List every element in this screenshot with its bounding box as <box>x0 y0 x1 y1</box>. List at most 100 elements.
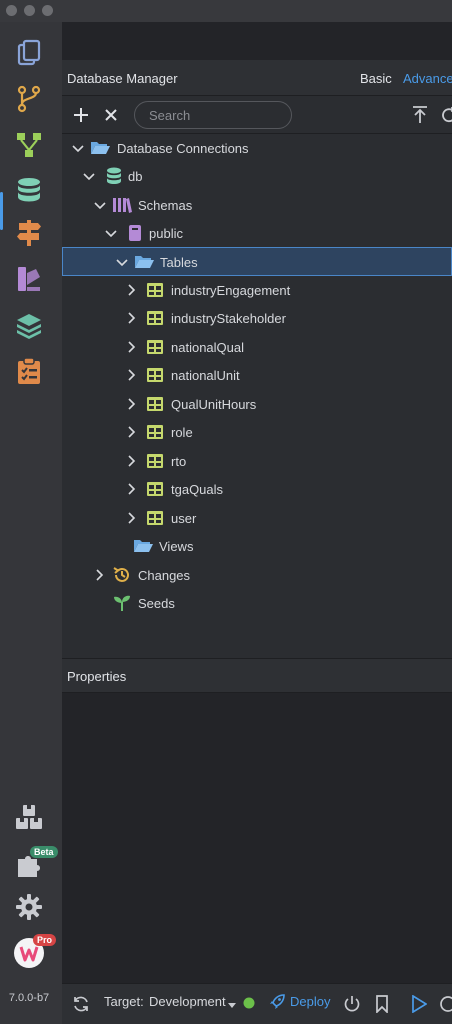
git-branch-icon <box>17 85 41 113</box>
flow-button[interactable] <box>12 128 46 162</box>
table-row[interactable]: role <box>62 418 452 446</box>
chevron-right-icon[interactable] <box>93 569 105 581</box>
refresh-icon <box>442 107 452 123</box>
basic-mode-tab[interactable]: Basic <box>360 71 392 86</box>
table-row[interactable]: rto <box>62 447 452 475</box>
tree-root-label: Database Connections <box>117 141 249 156</box>
folder-icon <box>133 537 153 555</box>
folder-open-icon <box>90 139 110 157</box>
chevron-right-icon[interactable] <box>125 455 137 467</box>
tree-db-row[interactable]: db <box>62 162 452 190</box>
window-zoom-button[interactable] <box>42 5 53 16</box>
chevron-right-icon[interactable] <box>125 398 137 410</box>
table-icon <box>145 281 165 299</box>
signpost-button[interactable] <box>12 216 46 250</box>
pro-badge: Pro <box>33 934 57 946</box>
power-icon <box>344 996 360 1012</box>
advanced-mode-tab[interactable]: Advanced <box>403 71 452 86</box>
add-button[interactable] <box>70 104 92 126</box>
refresh-button[interactable] <box>438 104 452 126</box>
table-icon <box>145 366 165 384</box>
chevron-down-icon[interactable] <box>83 170 95 182</box>
documents-icon <box>17 39 41 66</box>
chevron-right-icon[interactable] <box>125 341 137 353</box>
table-label: nationalQual <box>171 340 244 355</box>
settings-button[interactable] <box>12 890 46 924</box>
search-input[interactable] <box>134 101 292 129</box>
table-row[interactable]: nationalQual <box>62 333 452 361</box>
properties-title: Properties <box>67 669 127 684</box>
tree-views-row[interactable]: Views <box>62 532 452 560</box>
tree-seeds-row[interactable]: Seeds <box>62 589 452 617</box>
circle-icon <box>440 996 452 1012</box>
database-manager-panel: Database Manager Basic Advanced <box>62 22 452 1024</box>
dropdown-caret-icon[interactable] <box>228 997 236 1012</box>
table-label: nationalUnit <box>171 368 240 383</box>
sync-button[interactable] <box>70 993 92 1015</box>
stop-button[interactable] <box>436 993 452 1015</box>
chevron-right-icon[interactable] <box>125 284 137 296</box>
status-dot <box>243 997 255 1012</box>
tree-schemas-label: Schemas <box>138 198 193 213</box>
power-button[interactable] <box>341 993 363 1015</box>
chevron-down-icon[interactable] <box>94 199 106 211</box>
table-icon <box>145 423 165 441</box>
remove-button[interactable] <box>100 104 122 126</box>
chevron-down-icon[interactable] <box>105 227 117 239</box>
table-row[interactable]: nationalUnit <box>62 361 452 389</box>
table-label: QualUnitHours <box>171 397 257 412</box>
table-label: industryEngagement <box>171 283 291 298</box>
table-label: rto <box>171 454 187 469</box>
panel-title: Database Manager <box>67 71 178 86</box>
documents-button[interactable] <box>12 36 46 70</box>
design-tools-icon <box>18 267 40 291</box>
chevron-right-icon[interactable] <box>125 312 137 324</box>
table-row[interactable]: QualUnitHours <box>62 390 452 418</box>
chevron-right-icon[interactable] <box>125 483 137 495</box>
activity-bar: Beta Pro 7.0.0-b7 <box>0 22 62 1024</box>
table-row[interactable]: industryEngagement <box>62 276 452 304</box>
chevron-right-icon[interactable] <box>125 512 137 524</box>
table-row[interactable]: tgaQuals <box>62 475 452 503</box>
tree-views-label: Views <box>159 539 194 554</box>
tree-tables-label: Tables <box>160 255 198 270</box>
layers-button[interactable] <box>12 308 46 342</box>
upload-icon <box>413 106 427 123</box>
table-row[interactable]: user <box>62 504 452 532</box>
tree-changes-row[interactable]: Changes <box>62 561 452 589</box>
chevron-down-icon[interactable] <box>72 142 84 154</box>
close-icon <box>105 109 117 121</box>
database-button[interactable] <box>12 174 46 208</box>
rocket-icon[interactable] <box>268 993 286 1014</box>
clipboard-button[interactable] <box>12 354 46 388</box>
chevron-down-icon[interactable] <box>116 256 128 268</box>
run-button[interactable] <box>408 993 430 1015</box>
window-close-button[interactable] <box>6 5 17 16</box>
table-row[interactable]: industryStakeholder <box>62 304 452 332</box>
tree-schemas-row[interactable]: Schemas <box>62 191 452 219</box>
table-icon <box>145 309 165 327</box>
window-titlebar <box>0 0 452 22</box>
packages-button[interactable] <box>12 800 46 834</box>
chevron-right-icon[interactable] <box>125 426 137 438</box>
tree-schema-row[interactable]: public <box>62 219 452 247</box>
tree-schema-label: public <box>149 226 183 241</box>
bookmark-button[interactable] <box>371 993 393 1015</box>
chevron-right-icon[interactable] <box>125 369 137 381</box>
deploy-button[interactable]: Deploy <box>290 994 330 1009</box>
tree-changes-label: Changes <box>138 568 191 583</box>
seedling-icon <box>112 594 132 612</box>
properties-body <box>62 693 452 983</box>
git-button[interactable] <box>12 82 46 116</box>
tree-root-row[interactable]: Database Connections <box>62 134 452 162</box>
signpost-icon <box>17 220 41 246</box>
table-label: role <box>171 425 193 440</box>
status-bar: Target: Development Deploy <box>62 983 452 1024</box>
app-version: 7.0.0-b7 <box>8 992 50 1004</box>
tree-tables-row[interactable]: Tables <box>62 247 452 276</box>
target-select[interactable]: Development <box>149 994 226 1009</box>
upload-button[interactable] <box>409 104 431 126</box>
design-tools-button[interactable] <box>12 262 46 296</box>
window-minimize-button[interactable] <box>24 5 35 16</box>
panel-header: Database Manager Basic Advanced <box>62 60 452 96</box>
